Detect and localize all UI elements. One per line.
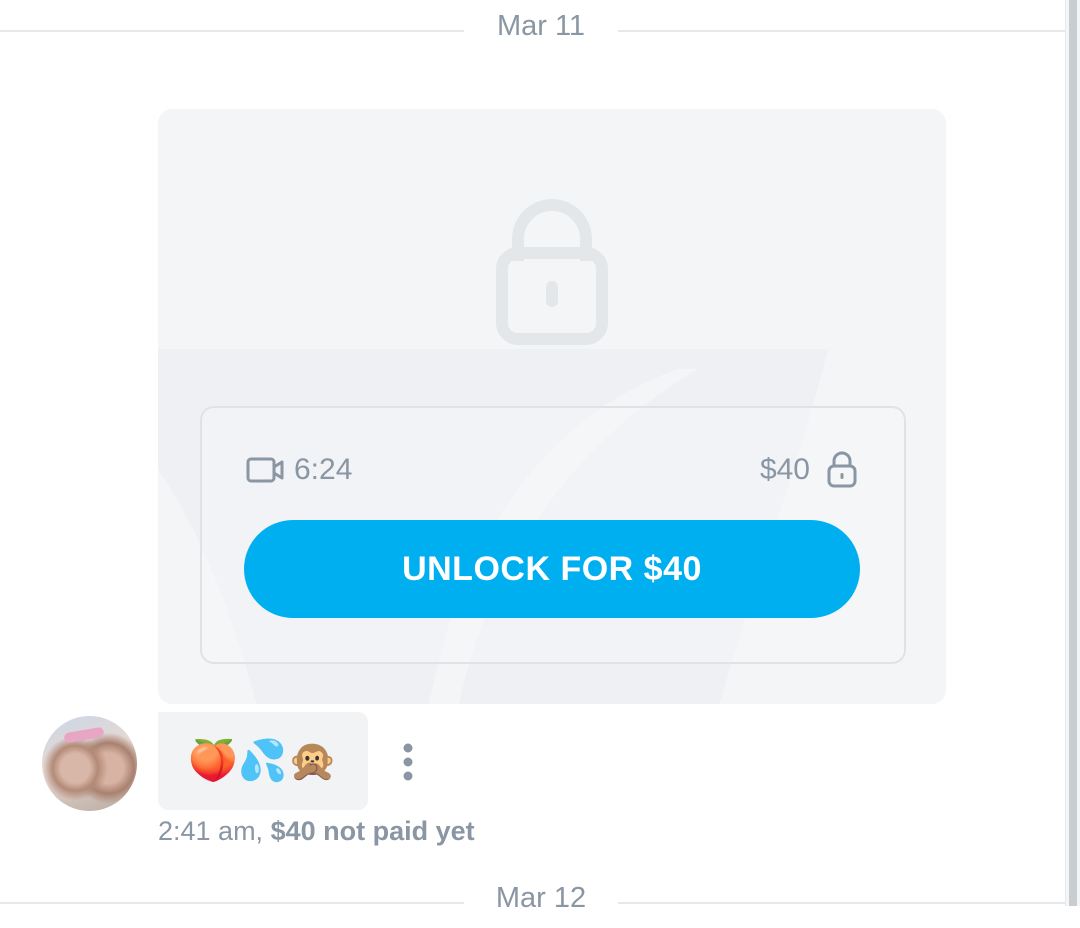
message-bubble: 🍑💦🙊 [158,712,368,810]
message-meta: 2:41 am, $40 not paid yet [158,816,475,847]
media-info-box: 6:24 $40 UNLOCK FOR $40 [200,406,906,664]
media-info-row: 6:24 $40 [246,450,858,490]
date-separator: Mar 11 [0,0,1066,56]
message-text: 🍑💦🙊 [188,738,338,784]
lock-icon [827,451,857,488]
date-label: Mar 11 [496,10,586,42]
divider [618,902,1066,904]
more-vertical-icon[interactable] [398,743,418,781]
payment-status: $40 not paid yet [270,816,475,846]
duration-label: 6:24 [294,453,353,486]
price-label: $40 [759,453,810,486]
media-price: $40 [760,450,858,490]
divider [0,30,464,32]
avatar-detail [63,726,105,744]
date-label: Mar 12 [495,882,587,914]
unlock-button[interactable]: UNLOCK FOR $40 [244,520,860,618]
avatar[interactable] [42,716,137,811]
lock-icon [496,199,608,345]
scrollbar-thumb[interactable] [1069,0,1077,906]
video-duration: 6:24 [246,450,352,490]
scrollbar[interactable] [1065,0,1080,906]
video-camera-icon [246,457,284,483]
divider [618,30,1066,32]
locked-media-card[interactable]: 6:24 $40 UNLOCK FOR $40 [158,109,946,704]
message-time: 2:41 am, [158,816,264,846]
date-separator: Mar 12 [0,872,1066,928]
divider [0,902,464,904]
